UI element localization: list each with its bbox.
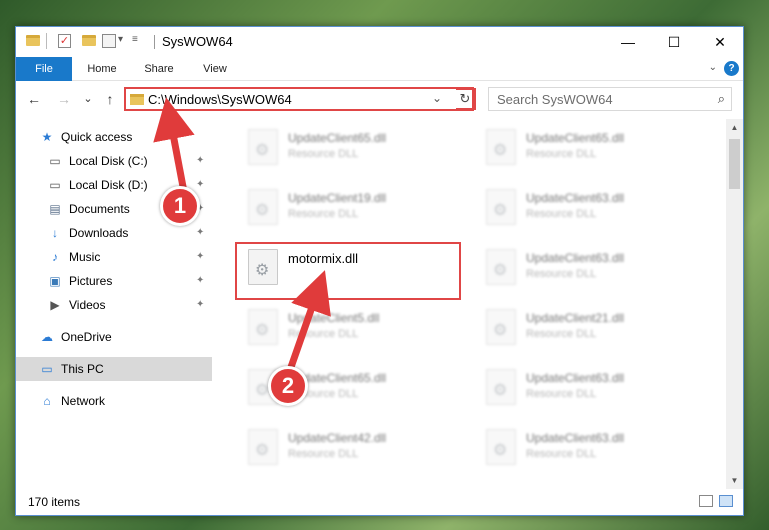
step-2-badge: 2 [268, 366, 308, 406]
arrow-to-file [286, 270, 331, 372]
annotation-arrows [153, 97, 331, 372]
arrow-to-address-bar [153, 97, 195, 193]
step-1-badge: 1 [160, 186, 200, 226]
